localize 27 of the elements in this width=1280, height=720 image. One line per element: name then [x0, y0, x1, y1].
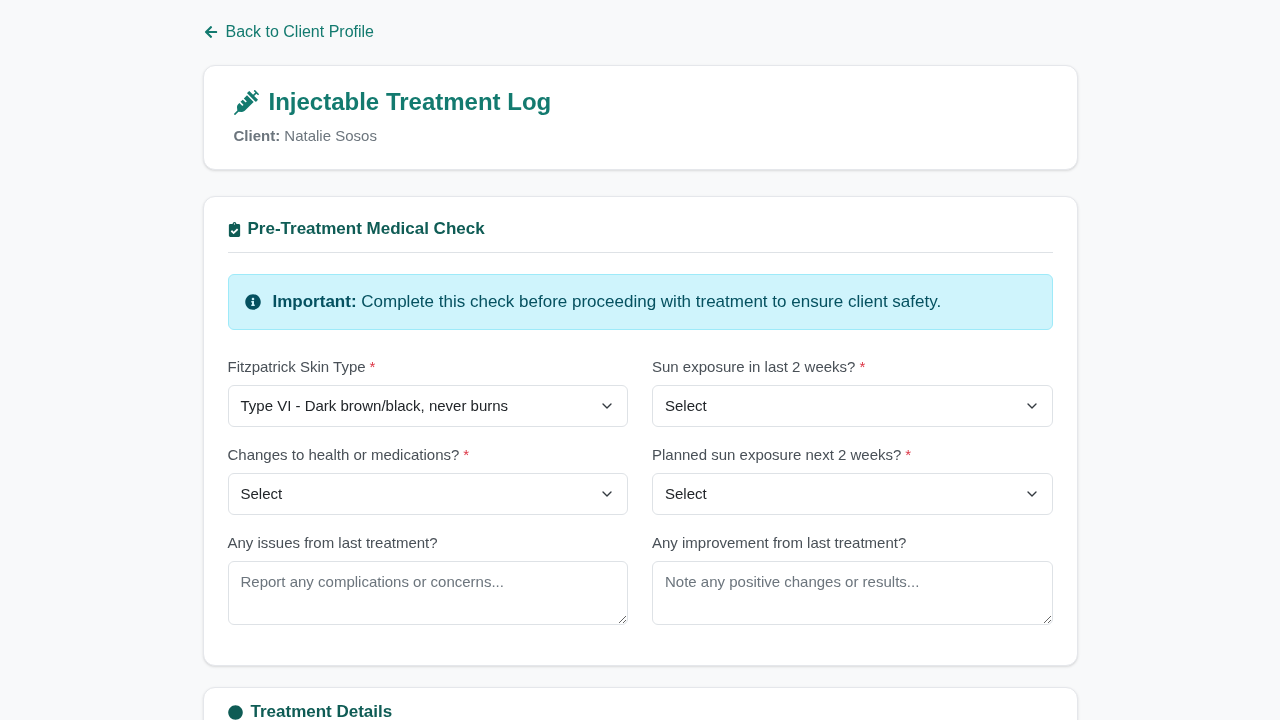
field-label: Fitzpatrick Skin Type — [227, 357, 366, 377]
circle-icon — [227, 704, 243, 720]
info-icon — [244, 294, 261, 310]
clipboard-check-icon — [227, 221, 241, 237]
required-mark: * — [905, 445, 912, 465]
text-area-field[interactable]: Note any positive changes or results... — [652, 561, 1053, 625]
page-title: Injectable Treatment Log — [268, 87, 552, 117]
section-title: Pre-Treatment Medical Check — [247, 218, 485, 240]
required-mark: * — [859, 357, 866, 377]
required-mark: * — [369, 357, 376, 377]
field-label: Any issues from last treatment? — [227, 533, 438, 553]
select-field[interactable]: Type VI - Dark brown/black, never burns — [227, 385, 628, 427]
select-field[interactable]: Select — [227, 473, 628, 515]
field-label: Any improvement from last treatment? — [652, 533, 907, 553]
text-area-field[interactable]: Report any complications or concerns... — [227, 561, 628, 625]
select-field[interactable]: Select — [652, 473, 1053, 515]
section-title: Treatment Details — [250, 701, 393, 720]
field-label: Changes to health or medications? — [227, 445, 460, 465]
field-label: Sun exposure in last 2 weeks? — [652, 357, 856, 377]
syringe-icon — [233, 89, 259, 115]
arrow-left-icon — [203, 25, 218, 39]
client-name: Client: Natalie Sosos — [233, 126, 377, 146]
back-link[interactable]: Back to Client Profile — [203, 22, 374, 42]
field-label: Planned sun exposure next 2 weeks? — [652, 445, 902, 465]
alert-text: Important: Complete this check before proceeding with treatment to ensure client safety. — [272, 291, 942, 313]
select-field[interactable]: Select — [652, 385, 1053, 427]
required-mark: * — [463, 445, 470, 465]
